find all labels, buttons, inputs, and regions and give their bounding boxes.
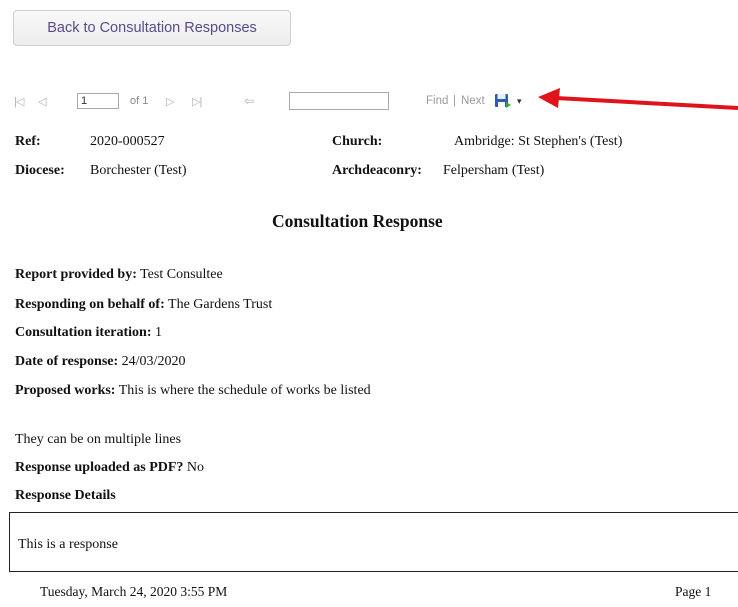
ref-label: Ref: — [15, 134, 41, 149]
report-provided-by-row: Report provided by: Test Consultee — [15, 267, 223, 282]
response-uploaded-pdf-row: Response uploaded as PDF? No — [15, 460, 205, 475]
proposed-works-line-2: They can be on multiple lines — [15, 432, 182, 447]
report-title: Consultation Response — [272, 211, 443, 231]
response-details-box: This is a response — [9, 512, 738, 572]
diocese-value: Borchester (Test) — [90, 163, 187, 178]
red-arrow-annotation — [538, 88, 738, 110]
archdeaconry-value: Felpersham (Test) — [443, 163, 545, 178]
proposed-works-row: Proposed works: This is where the schedu… — [15, 383, 371, 398]
church-value: Ambridge: St Stephen's (Test) — [454, 134, 623, 149]
find-separator: | — [453, 95, 456, 107]
footer-timestamp: Tuesday, March 24, 2020 3:55 PM — [40, 584, 228, 599]
response-details-label: Response Details — [15, 488, 116, 503]
next-page-icon[interactable]: ▷ — [166, 88, 175, 114]
footer-page-number: Page 1 — [675, 584, 712, 599]
export-dropdown-icon[interactable]: ▾ — [517, 88, 522, 114]
find-next-link[interactable]: Next — [461, 88, 485, 114]
church-label: Church: — [332, 134, 383, 149]
find-text-input[interactable] — [289, 92, 389, 110]
ref-value: 2020-000527 — [90, 134, 165, 149]
consultation-iteration-row: Consultation iteration: 1 — [15, 325, 162, 340]
date-of-response-row: Date of response: 24/03/2020 — [15, 354, 186, 369]
responding-on-behalf-row: Responding on behalf of: The Gardens Tru… — [15, 297, 273, 312]
diocese-label: Diocese: — [15, 163, 65, 178]
last-page-icon[interactable]: ▷| — [192, 88, 202, 114]
page-number-input[interactable] — [77, 93, 119, 109]
previous-page-icon[interactable]: ◁ — [38, 88, 47, 114]
page-count-label: of 1 — [130, 95, 149, 107]
response-details-text: This is a response — [18, 537, 118, 552]
back-to-consultation-responses-button[interactable]: Back to Consultation Responses — [13, 10, 291, 46]
export-save-icon[interactable] — [494, 88, 512, 114]
find-link[interactable]: Find — [426, 88, 448, 114]
first-page-icon[interactable]: |◁ — [14, 88, 24, 114]
back-to-parent-icon[interactable]: ⇦ — [244, 88, 254, 114]
archdeaconry-label: Archdeaconry: — [332, 163, 422, 178]
